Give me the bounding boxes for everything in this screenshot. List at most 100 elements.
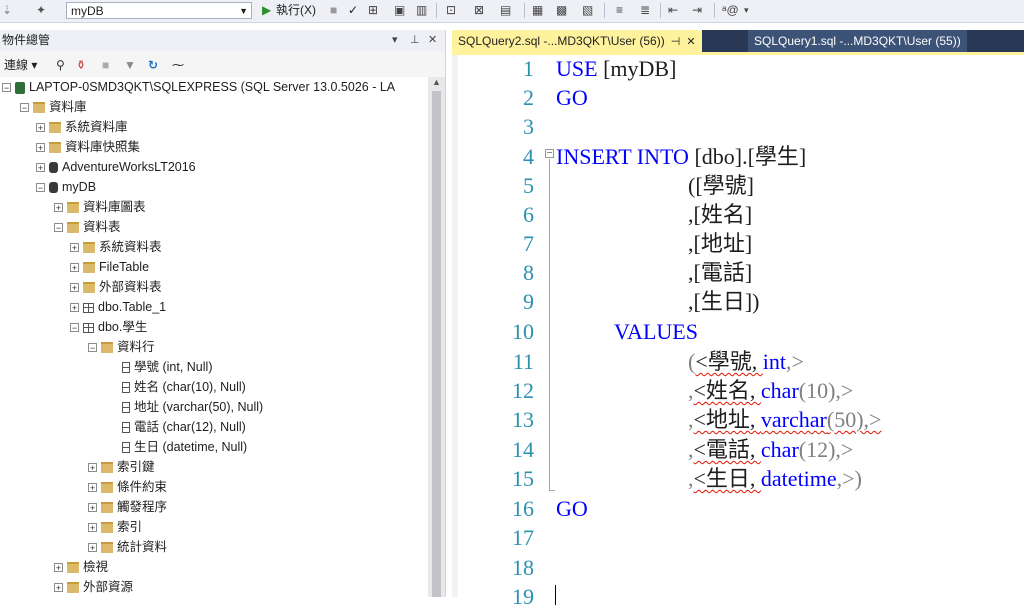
code-line-4: INSERT INTO [dbo].[學生]	[556, 142, 806, 171]
toolbar-icon[interactable]: ▤	[500, 2, 511, 19]
toolbar-icon[interactable]: ▥	[416, 2, 427, 19]
close-icon[interactable]: ✕	[428, 30, 437, 51]
object-explorer-title-bar: 物件總管 ▾ ⊥ ✕	[0, 30, 445, 51]
toolbar-icon[interactable]: ⊞	[368, 2, 378, 19]
tree-node-statistics[interactable]: + 統計資料	[88, 537, 167, 557]
outdent-icon[interactable]: ⇤	[668, 2, 678, 19]
tree-node-triggers[interactable]: + 觸發程序	[88, 497, 167, 517]
expand-icon[interactable]: +	[70, 283, 79, 293]
expand-icon[interactable]: +	[88, 483, 97, 493]
expand-icon[interactable]: +	[36, 163, 45, 173]
template-parameter: <姓名,	[693, 378, 761, 403]
toolbar-icon[interactable]: ✦	[36, 2, 46, 19]
stop-icon[interactable]: ■	[330, 2, 337, 19]
tree-node-databases[interactable]: − 資料庫	[20, 97, 87, 117]
collapse-icon[interactable]: −	[2, 83, 11, 93]
line-number: 5	[523, 173, 534, 198]
collapse-icon[interactable]: −	[20, 103, 29, 113]
collapse-region-icon[interactable]: −	[545, 149, 554, 159]
stop-icon[interactable]: ■	[102, 54, 109, 76]
toolbar-overflow-icon[interactable]: ▾	[744, 2, 749, 19]
tree-node-adventureworks[interactable]: + AdventureWorksLT2016	[36, 157, 196, 177]
code-token: ,>	[836, 466, 855, 491]
code-line-7: ,[地址]	[688, 229, 752, 258]
expand-icon[interactable]: +	[36, 143, 45, 153]
indent-icon[interactable]: ⇥	[692, 2, 702, 19]
activity-monitor-icon[interactable]: ⁓	[172, 54, 184, 76]
tree-node-column[interactable]: 姓名 (char(10), Null)	[122, 377, 246, 397]
code-token: ,[姓名]	[688, 202, 753, 227]
connect-icon[interactable]: ⚲	[56, 54, 65, 76]
disconnect-icon[interactable]: ⚱	[76, 54, 86, 76]
uncomment-icon[interactable]: ≣	[640, 2, 650, 19]
keyword-token: GO	[556, 85, 588, 110]
pin-icon[interactable]: ⊥	[410, 30, 420, 51]
scroll-up-icon[interactable]: ▲	[432, 77, 441, 87]
tree-node-label: 生日 (datetime, Null)	[134, 440, 248, 454]
tab-sqlquery2[interactable]: SQLQuery2.sql -...MD3QKT\User (56)) ⊣ ✕	[452, 30, 702, 52]
tab-sqlquery1[interactable]: SQLQuery1.sql -...MD3QKT\User (55))	[748, 30, 967, 52]
folder-icon	[83, 262, 95, 274]
parse-icon[interactable]: ✓	[348, 2, 358, 19]
tree-node-column[interactable]: 電話 (char(12), Null)	[122, 417, 246, 437]
expand-icon[interactable]: +	[36, 123, 45, 133]
tree-node-db-snapshots[interactable]: + 資料庫快照集	[36, 137, 140, 157]
expand-icon[interactable]: +	[88, 463, 97, 473]
collapse-icon[interactable]: −	[88, 343, 97, 353]
filter-icon[interactable]: ▼	[124, 54, 136, 76]
toolbar-icon[interactable]: ⊠	[474, 2, 484, 19]
toolbar-icon[interactable]: ⇣	[2, 2, 12, 19]
tree-node-column[interactable]: 地址 (varchar(50), Null)	[122, 397, 263, 417]
toolbar-icon[interactable]: ⊡	[446, 2, 456, 19]
refresh-icon[interactable]: ↻	[148, 54, 158, 76]
database-dropdown[interactable]: myDB ▼	[66, 2, 252, 19]
tree-node-system-tables[interactable]: + 系統資料表	[70, 237, 162, 257]
expand-icon[interactable]: +	[70, 243, 79, 253]
expand-icon[interactable]: +	[54, 563, 63, 573]
tree-node-columns[interactable]: − 資料行	[88, 337, 155, 357]
expand-icon[interactable]: +	[88, 523, 97, 533]
expand-icon[interactable]: +	[54, 583, 63, 593]
collapse-icon[interactable]: −	[70, 323, 79, 333]
tree-node-constraints[interactable]: + 條件約束	[88, 477, 167, 497]
tree-node-keys[interactable]: + 索引鍵	[88, 457, 155, 477]
tree-node-views[interactable]: + 檢視	[54, 557, 108, 577]
tree-node-external-tables[interactable]: + 外部資料表	[70, 277, 162, 297]
panel-menu-icon[interactable]: ▾	[392, 30, 398, 51]
tree-node-column[interactable]: 生日 (datetime, Null)	[122, 437, 247, 457]
results-text-icon[interactable]: ▦	[532, 2, 543, 19]
tree-node-filetable[interactable]: + FileTable	[70, 257, 149, 277]
expand-icon[interactable]: +	[70, 303, 79, 313]
specify-values-icon[interactable]: ᵃ@	[722, 2, 739, 19]
tree-node-external-resources[interactable]: + 外部資源	[54, 577, 133, 597]
tree-node-column[interactable]: 學號 (int, Null)	[122, 357, 212, 377]
execute-button[interactable]: 執行(X)	[276, 2, 316, 19]
expand-icon[interactable]: +	[70, 263, 79, 273]
line-number: 13	[512, 407, 534, 432]
expand-icon[interactable]: +	[88, 543, 97, 553]
tree-node-system-databases[interactable]: + 系統資料庫	[36, 117, 128, 137]
results-grid-icon[interactable]: ▩	[556, 2, 567, 19]
tree-node-server[interactable]: − LAPTOP-0SMD3QKT\SQLEXPRESS (SQL Server …	[2, 77, 395, 97]
close-icon[interactable]: ✕	[686, 36, 695, 48]
execute-icon[interactable]: ▶	[262, 2, 271, 19]
column-icon	[122, 402, 130, 414]
scrollbar-thumb[interactable]	[432, 91, 441, 597]
toolbar-icon[interactable]: ▣	[394, 2, 405, 19]
collapse-icon[interactable]: −	[54, 223, 63, 233]
collapse-icon[interactable]: −	[36, 183, 45, 193]
tree-scrollbar[interactable]: ▲	[428, 77, 445, 597]
line-number: 18	[512, 555, 534, 580]
tree-node-db-diagrams[interactable]: + 資料庫圖表	[54, 197, 146, 217]
expand-icon[interactable]: +	[88, 503, 97, 513]
tree-node-student-table[interactable]: − dbo.學生	[70, 317, 147, 337]
tree-node-tables[interactable]: − 資料表	[54, 217, 121, 237]
tree-node-mydb[interactable]: − myDB	[36, 177, 96, 197]
tree-node-table1[interactable]: + dbo.Table_1	[70, 297, 166, 317]
connect-button[interactable]: 連線 ▾	[4, 54, 37, 76]
pin-icon[interactable]: ⊣	[671, 36, 681, 48]
expand-icon[interactable]: +	[54, 203, 63, 213]
results-file-icon[interactable]: ▧	[582, 2, 593, 19]
tree-node-indexes[interactable]: + 索引	[88, 517, 142, 537]
comment-icon[interactable]: ≡	[616, 2, 623, 19]
